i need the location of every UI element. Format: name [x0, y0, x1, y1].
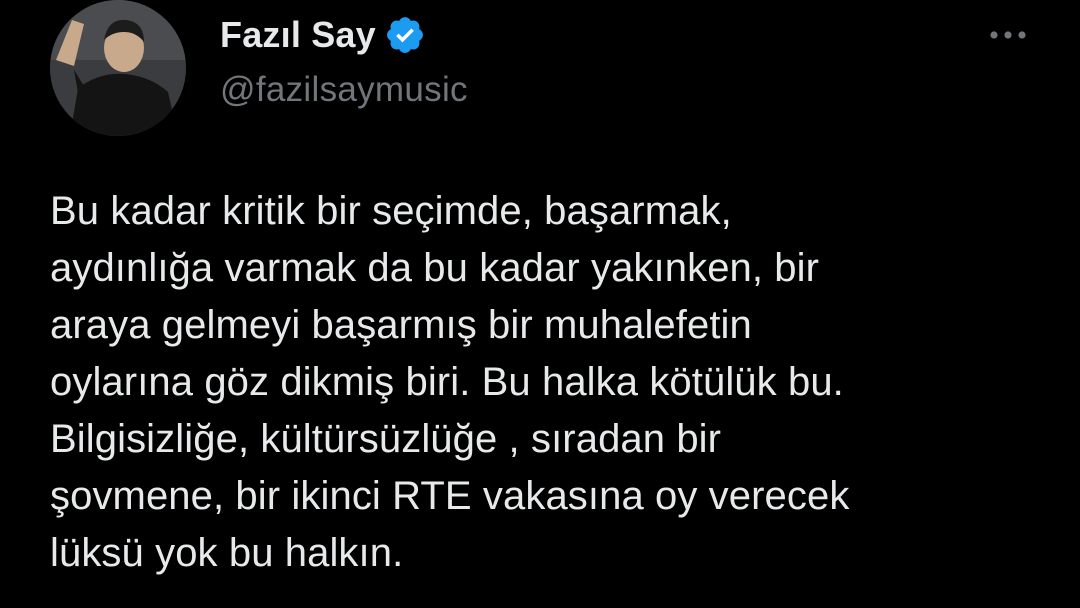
tweet-text: Bu kadar kritik bir seçimde, başarmak, a…: [50, 189, 850, 575]
profile-photo: [50, 0, 186, 136]
verified-badge-icon: [384, 14, 426, 56]
author-display-name[interactable]: Fazıl Say: [220, 14, 376, 56]
more-options-icon: [990, 31, 1026, 39]
author-name-row: Fazıl Say: [220, 10, 426, 60]
avatar[interactable]: [50, 0, 186, 136]
more-options-button[interactable]: [978, 20, 1038, 50]
author-handle[interactable]: @fazilsaymusic: [220, 70, 468, 110]
tweet: Fazıl Say @fazilsaymusic Bu kadar kritik…: [0, 0, 1080, 608]
